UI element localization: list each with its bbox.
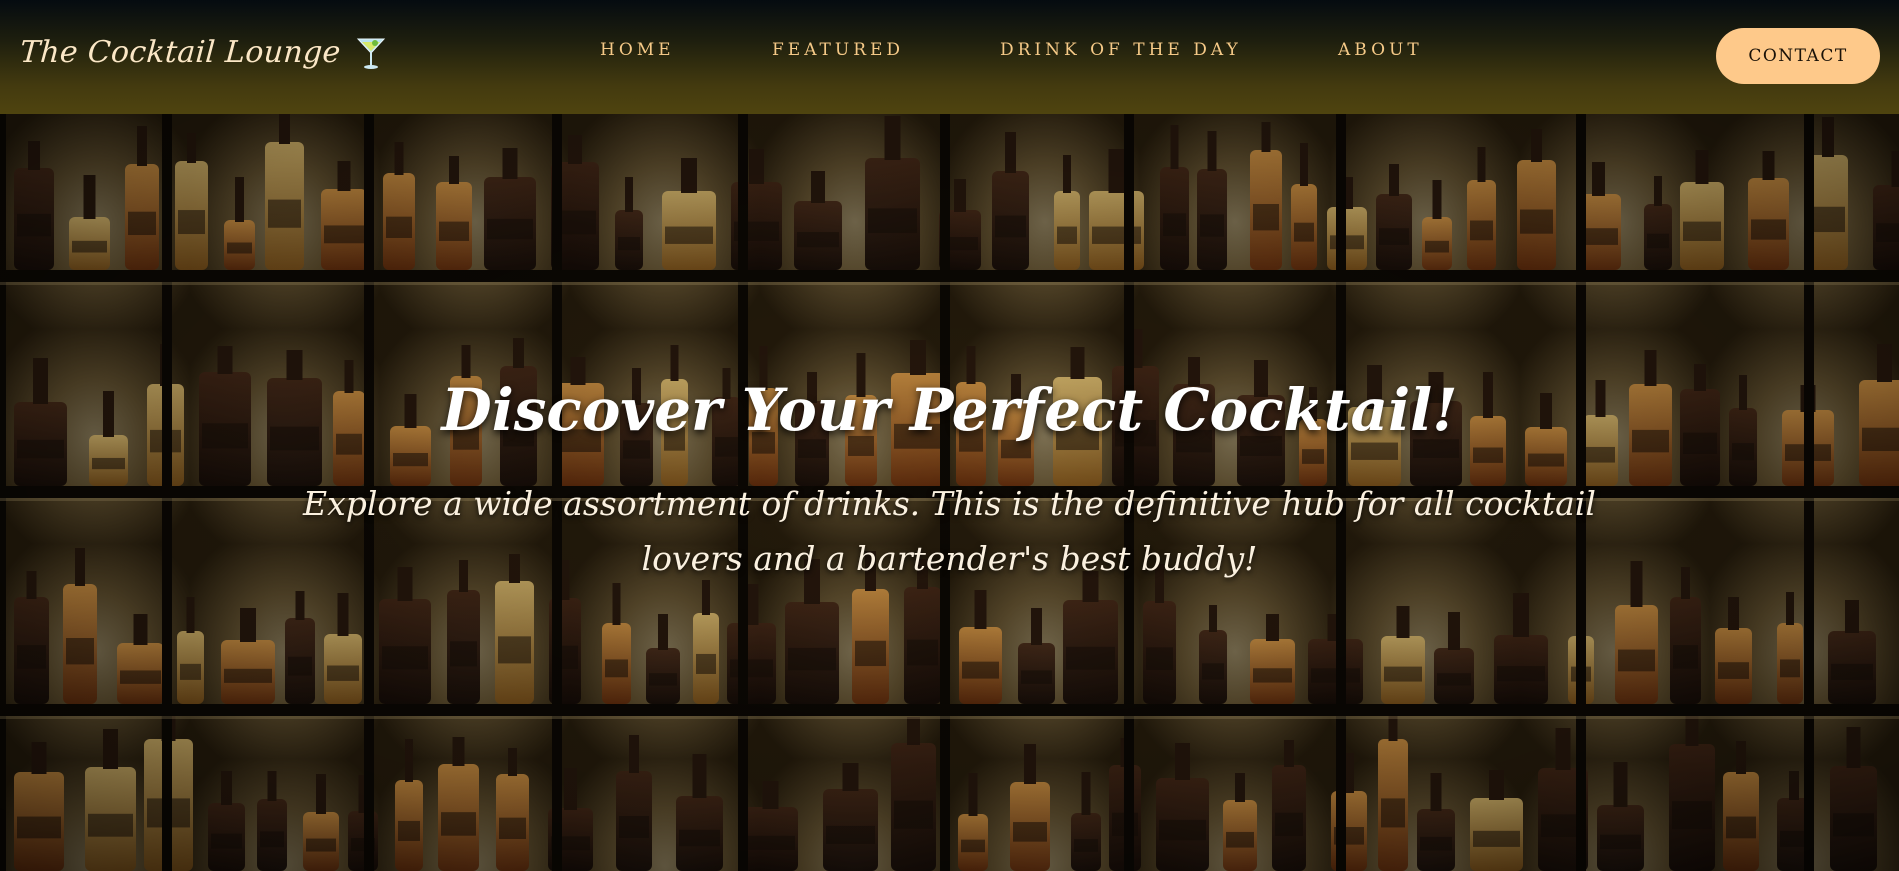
contact-button[interactable]: CONTACT	[1716, 28, 1880, 84]
navbar: The Cocktail Lounge HOME FEATURED DRINK …	[0, 0, 1899, 114]
nav-featured[interactable]: FEATURED	[772, 40, 904, 60]
nav-home[interactable]: HOME	[600, 40, 675, 60]
main-nav: HOME FEATURED DRINK OF THE DAY ABOUT	[0, 40, 1899, 70]
hero-subtitle: Explore a wide assortment of drinks. Thi…	[303, 484, 1596, 578]
nav-drink-of-the-day[interactable]: DRINK OF THE DAY	[1000, 40, 1242, 60]
hero-section: Discover Your Perfect Cocktail! Explore …	[0, 114, 1899, 871]
nav-about[interactable]: ABOUT	[1338, 40, 1423, 60]
hero-title: Discover Your Perfect Cocktail!	[441, 376, 1458, 444]
